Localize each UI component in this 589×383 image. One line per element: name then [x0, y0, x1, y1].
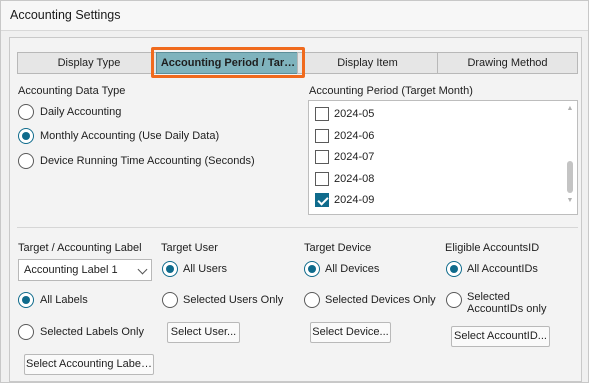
radio-all-users[interactable]	[162, 261, 178, 277]
tab-display-type[interactable]: Display Type	[17, 52, 161, 74]
title-bar: Accounting Settings	[1, 1, 588, 31]
selected-labels-only-label: Selected Labels Only	[40, 326, 144, 338]
target-label-heading: Target / Accounting Label	[18, 242, 142, 254]
selected-devices-only-label: Selected Devices Only	[325, 294, 436, 306]
select-user-button[interactable]: Select User...	[167, 322, 240, 343]
all-accountids-label: All AccountIDs	[467, 263, 538, 275]
month-label: 2024-09	[334, 194, 375, 206]
month-label: 2024-06	[334, 130, 375, 142]
select-accounting-label-button[interactable]: Select Accounting Labe…	[24, 354, 154, 375]
device-running-time-label: Device Running Time Accounting (Seconds)	[40, 155, 255, 167]
radio-monthly-accounting[interactable]	[18, 128, 34, 144]
all-users-label: All Users	[183, 263, 228, 275]
accounting-label-select[interactable]: Accounting Label 1	[18, 259, 152, 281]
select-accountid-button[interactable]: Select AccountID...	[451, 326, 550, 347]
target-user-heading: Target User	[161, 242, 218, 254]
radio-selected-labels-only[interactable]	[18, 324, 34, 340]
month-label: 2024-05	[334, 108, 375, 120]
target-device-heading: Target Device	[304, 242, 372, 254]
accounting-settings-window: Accounting Settings Display Type Account…	[0, 0, 589, 383]
accounting-period-heading: Accounting Period (Target Month)	[309, 85, 473, 97]
month-checkbox[interactable]	[315, 172, 329, 186]
radio-all-labels[interactable]	[18, 292, 34, 308]
radio-all-devices[interactable]	[304, 261, 320, 277]
window-title: Accounting Settings	[10, 8, 121, 22]
eligible-accounts-heading: Eligible AccountsID	[445, 242, 540, 254]
section-divider	[17, 227, 578, 228]
month-checkbox-checked[interactable]	[315, 193, 329, 207]
accounting-data-type-heading: Accounting Data Type	[18, 85, 126, 97]
tab-display-item[interactable]: Display Item	[297, 52, 438, 74]
radio-all-accountids[interactable]	[446, 261, 462, 277]
active-tab-highlight	[151, 47, 305, 78]
radio-daily-accounting[interactable]	[18, 104, 34, 120]
month-label: 2024-08	[334, 173, 375, 185]
radio-selected-accountids-only[interactable]	[446, 292, 462, 308]
all-devices-label: All Devices	[325, 263, 380, 275]
month-checkbox[interactable]	[315, 150, 329, 164]
select-device-button[interactable]: Select Device...	[310, 322, 391, 343]
scroll-up-arrow-icon[interactable]: ▲	[566, 105, 574, 113]
radio-device-running-time[interactable]	[18, 153, 34, 169]
radio-selected-users-only[interactable]	[162, 292, 178, 308]
daily-accounting-label: Daily Accounting	[40, 106, 122, 118]
all-labels-label: All Labels	[40, 294, 88, 306]
month-label: 2024-07	[334, 151, 375, 163]
radio-selected-devices-only[interactable]	[304, 292, 320, 308]
tab-drawing-method[interactable]: Drawing Method	[437, 52, 578, 74]
monthly-accounting-label: Monthly Accounting (Use Daily Data)	[40, 130, 220, 142]
scroll-down-arrow-icon[interactable]: ▼	[566, 197, 574, 205]
month-checkbox[interactable]	[315, 107, 329, 121]
scrollbar-thumb[interactable]	[567, 161, 573, 193]
accounting-label-select-value: Accounting Label 1	[24, 264, 118, 276]
selected-users-only-label: Selected Users Only	[183, 294, 284, 306]
chevron-down-icon	[137, 264, 148, 275]
month-checkbox[interactable]	[315, 129, 329, 143]
selected-accountids-only-label: Selected AccountIDs only	[467, 291, 547, 315]
